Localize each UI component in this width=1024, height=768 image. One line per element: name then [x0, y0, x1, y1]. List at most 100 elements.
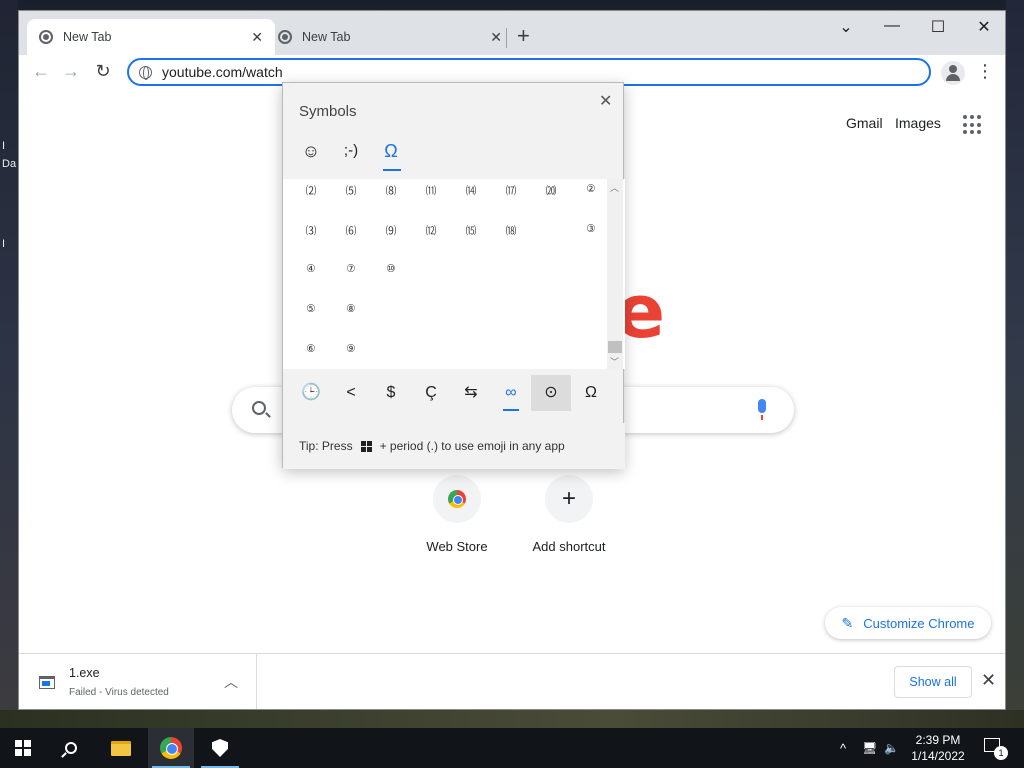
- tab-kaomoji[interactable]: ;-): [331, 139, 371, 163]
- shield-icon: [212, 739, 228, 757]
- tip-bar: Tip: Press + period (.) to use emoji in …: [283, 423, 625, 469]
- desktop-icon-label[interactable]: I: [2, 140, 5, 152]
- show-all-button[interactable]: Show all: [894, 666, 972, 698]
- exe-file-icon: [39, 676, 55, 689]
- customize-chrome-button[interactable]: ✎ Customize Chrome: [825, 607, 991, 639]
- symbol-cell[interactable]: ⑻: [371, 183, 411, 198]
- shortcut-web-store[interactable]: Web Store: [412, 475, 502, 554]
- windows-logo-icon: [15, 740, 31, 756]
- close-icon[interactable]: ✕: [599, 91, 612, 111]
- address-text: youtube.com/watch: [162, 64, 283, 80]
- tab-new-tab-1[interactable]: New Tab ✕: [27, 19, 275, 55]
- desktop-wallpaper-right: [1006, 0, 1024, 710]
- close-tab-icon[interactable]: ✕: [490, 29, 502, 46]
- download-file-name: 1.exe: [69, 666, 100, 680]
- close-tab-icon[interactable]: ✕: [251, 29, 263, 46]
- reload-button[interactable]: ↻: [91, 61, 115, 82]
- scroll-down-icon[interactable]: ﹀: [610, 355, 619, 368]
- symbol-cell[interactable]: ③: [571, 223, 611, 235]
- category-arrows-icon[interactable]: ⇆: [451, 375, 491, 411]
- tab-symbols-omega-icon[interactable]: Ω: [371, 139, 411, 171]
- symbol-cell[interactable]: ⑧: [331, 303, 371, 315]
- tab-search-chevron-icon[interactable]: ⌄: [823, 17, 869, 37]
- category-omega-icon[interactable]: Ω: [571, 375, 611, 411]
- category-infinity-icon[interactable]: ∞: [491, 375, 531, 411]
- forward-button[interactable]: →: [59, 61, 83, 82]
- windows-key-icon: [360, 440, 372, 452]
- network-icon[interactable]: 🖥: [862, 728, 877, 768]
- symbol-cell[interactable]: ⑦: [331, 263, 371, 275]
- symbol-categories: 🕒 < $ Ç ⇆ ∞ ⊙ Ω: [291, 375, 617, 411]
- chevron-up-icon[interactable]: ︿: [224, 672, 238, 692]
- category-math-less-than-icon[interactable]: <: [331, 375, 371, 411]
- volume-muted-icon[interactable]: 🔈: [884, 728, 899, 768]
- panel-title: Symbols: [299, 103, 357, 120]
- minimize-button[interactable]: —: [869, 17, 915, 35]
- download-status: Failed - Virus detected: [69, 687, 169, 698]
- category-currency-dollar-icon[interactable]: $: [371, 375, 411, 411]
- scroll-thumb[interactable]: [608, 341, 622, 353]
- symbol-cell[interactable]: ⑶: [291, 223, 331, 238]
- symbol-cell[interactable]: ⑿: [411, 223, 451, 238]
- symbol-cell[interactable]: ⒄: [491, 183, 531, 198]
- chrome-icon: [160, 737, 182, 759]
- close-shelf-icon[interactable]: ✕: [981, 670, 996, 691]
- category-recent-clock-icon[interactable]: 🕒: [291, 375, 331, 411]
- shortcut-add[interactable]: + Add shortcut: [524, 475, 614, 554]
- grid-scrollbar[interactable]: ︿ ﹀: [607, 179, 623, 369]
- symbol-cell[interactable]: ⒁: [451, 183, 491, 198]
- clock-date: 1/14/2022: [911, 749, 965, 763]
- new-tab-button[interactable]: +: [517, 25, 530, 47]
- chrome-webstore-icon: [448, 490, 466, 508]
- menu-kebab-icon[interactable]: ⋮: [976, 61, 994, 82]
- tab-new-tab-2[interactable]: New Tab ✕: [266, 19, 514, 55]
- taskbar-file-explorer[interactable]: [98, 728, 144, 768]
- pencil-icon: ✎: [841, 614, 854, 631]
- maximize-button[interactable]: ☐: [915, 17, 961, 37]
- symbol-grid: ⑵ ⑶ ④ ⑤ ⑥ ⑸ ⑹ ⑦ ⑧ ⑨ ⑻ ⑼ ⑩ ⑾ ⑿ ⒁ ⒂ ⒄ ⒅ ⒇② ③: [283, 179, 625, 369]
- symbol-cell[interactable]: ⑵: [291, 183, 331, 198]
- start-button[interactable]: [0, 728, 46, 768]
- taskbar-security[interactable]: [197, 728, 243, 768]
- tip-suffix: + period (.) to use emoji in any app: [379, 439, 565, 453]
- microphone-icon[interactable]: [758, 399, 766, 420]
- scroll-up-icon[interactable]: ︿: [610, 181, 619, 194]
- symbol-cell[interactable]: ⑥: [291, 343, 331, 355]
- taskbar-chrome[interactable]: [148, 728, 194, 768]
- symbol-cell[interactable]: ⑩: [371, 263, 411, 275]
- back-button[interactable]: ←: [29, 61, 53, 82]
- symbol-cell[interactable]: ⑼: [371, 223, 411, 238]
- folder-icon: [111, 740, 131, 756]
- symbol-cell[interactable]: ⑾: [411, 183, 451, 198]
- symbol-cell[interactable]: ②: [571, 183, 611, 195]
- panel-tabs: ☺ ;-) Ω: [291, 139, 611, 171]
- download-item[interactable]: 1.exe Failed - Virus detected ︿: [19, 654, 257, 709]
- google-apps-icon[interactable]: [963, 115, 983, 135]
- notification-badge: 1: [994, 746, 1008, 760]
- symbol-cell[interactable]: ⒂: [451, 223, 491, 238]
- symbol-cell[interactable]: ⒇: [531, 183, 571, 198]
- download-shelf: 1.exe Failed - Virus detected ︿ Show all…: [19, 653, 1005, 709]
- search-icon: [65, 742, 77, 754]
- clock[interactable]: 2:39 PM 1/14/2022: [906, 732, 970, 764]
- symbol-cell[interactable]: ⑨: [331, 343, 371, 355]
- category-geometric-circle-dot-icon[interactable]: ⊙: [531, 375, 571, 411]
- gmail-link[interactable]: Gmail: [846, 115, 883, 131]
- tab-emoji-smiley-icon[interactable]: ☺: [291, 139, 331, 163]
- images-link[interactable]: Images: [895, 115, 941, 131]
- category-latin-c-cedilla-icon[interactable]: Ç: [411, 375, 451, 411]
- desktop-icon-label[interactable]: Da: [2, 158, 16, 170]
- taskbar: ^ 🖥 🔈 2:39 PM 1/14/2022 1: [0, 728, 1024, 768]
- symbol-cell[interactable]: ⒅: [491, 223, 531, 238]
- symbol-cell[interactable]: ⑹: [331, 223, 371, 238]
- desktop-icon-label[interactable]: I: [2, 238, 5, 250]
- desktop-wallpaper-left: [0, 0, 18, 710]
- tray-overflow-chevron-icon[interactable]: ^: [840, 728, 846, 768]
- symbol-cell[interactable]: ④: [291, 263, 331, 275]
- taskbar-search-button[interactable]: [48, 728, 94, 768]
- close-window-button[interactable]: ✕: [961, 17, 1005, 37]
- symbol-cell[interactable]: ⑸: [331, 183, 371, 198]
- customize-label: Customize Chrome: [863, 615, 975, 631]
- symbol-cell[interactable]: ⑤: [291, 303, 331, 315]
- profile-avatar-icon[interactable]: [941, 61, 965, 85]
